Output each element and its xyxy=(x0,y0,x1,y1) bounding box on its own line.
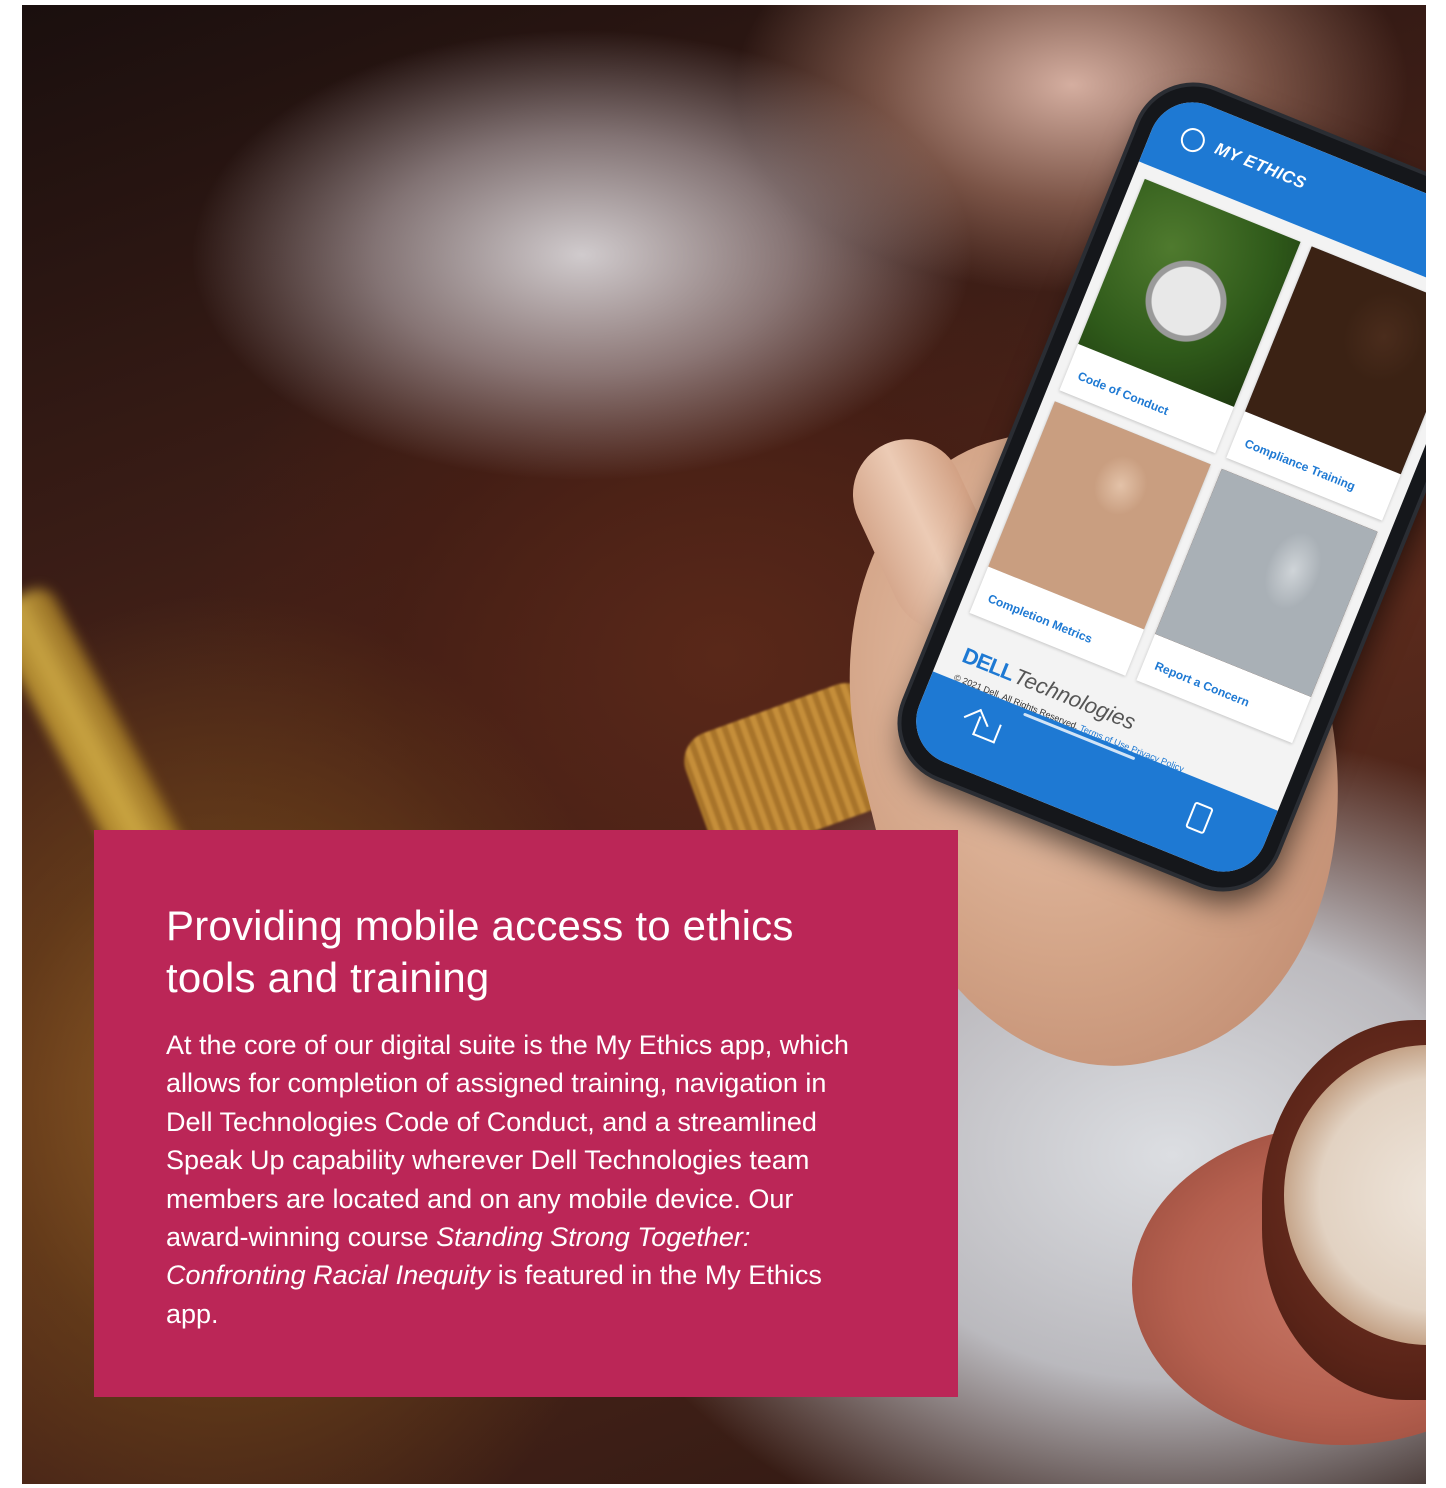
tile-grid: Code of Conduct Compliance Training Comp… xyxy=(969,178,1426,744)
globe-icon xyxy=(1177,124,1209,156)
page: MY ETHICS Code of Conduct Compliance Tra… xyxy=(0,0,1446,1488)
info-card: Providing mobile access to ethics tools … xyxy=(94,830,958,1397)
card-body: At the core of our digital suite is the … xyxy=(166,1026,876,1333)
body-text-part: At the core of our digital suite is the … xyxy=(166,1030,849,1253)
app-title: MY ETHICS xyxy=(1212,138,1309,193)
home-icon[interactable] xyxy=(972,716,1002,744)
card-heading: Providing mobile access to ethics tools … xyxy=(166,902,794,1001)
book-icon[interactable] xyxy=(1184,801,1214,835)
tile-label: Code of Conduct xyxy=(1075,368,1171,419)
